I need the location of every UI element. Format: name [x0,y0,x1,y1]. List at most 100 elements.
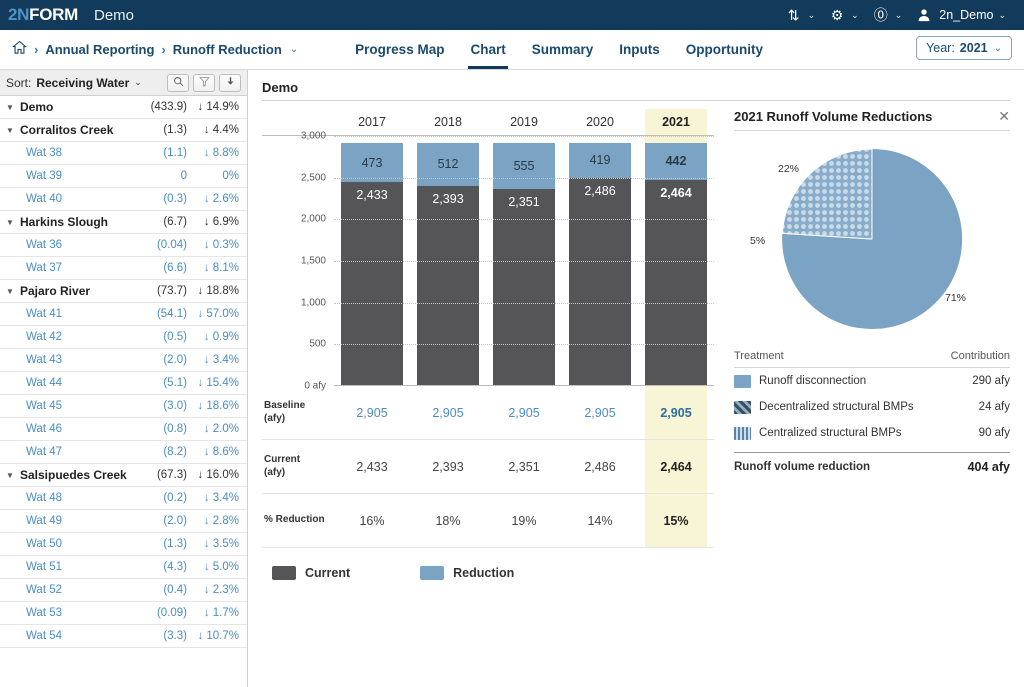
tree-group-row[interactable]: ▼ Corralitos Creek (1.3) ↓ 4.4% [0,119,247,142]
treatment-name: Runoff disconnection [759,375,867,387]
filter-button[interactable] [193,73,215,92]
sort-menu-chevron-down-icon[interactable]: ⌄ [808,10,816,21]
tree-row-label[interactable]: Wat 54 [6,630,62,642]
help-menu-button[interactable]: ⓪ [869,6,893,24]
plot-area: 473 2,433 512 2,393 555 2,351 419 2,486 442 2,464 [334,136,714,386]
tree-group-row[interactable]: ▼ Salsipuedes Creek (67.3) ↓ 16.0% [0,464,247,487]
close-icon[interactable]: ✕ [998,109,1010,123]
tree-row-label[interactable]: Wat 46 [6,423,62,435]
tree-leaf-row[interactable]: Wat 36 (0.04) ↓ 0.3% [0,234,247,257]
sort-menu-button[interactable]: ⇅ [782,6,806,24]
y-axis: 3,000 2,500 2,000 1,500 1,000 500 0 afy [262,131,334,392]
expand-collapse-triangle-icon[interactable]: ▼ [6,103,15,112]
data-table-row: Current (afy) 2,433 2,393 2,351 2,486 2,464 [262,440,714,494]
chart-year-label-2017[interactable]: 2017 [334,115,410,129]
bar-chart-panel: 2017 2018 2019 2020 2021 3,000 2,500 2,000 1,50… [262,109,714,580]
sort-chevron-down-icon[interactable]: ⌄ [134,77,142,88]
tree-row-label-wrap: Wat 53 [0,607,129,619]
settings-chevron-down-icon[interactable]: ⌄ [851,10,859,21]
tree-row-label[interactable]: Wat 36 [6,239,62,251]
tree-row-label[interactable]: Wat 45 [6,400,62,412]
tree-row-value: (6.7) [163,216,187,228]
tree-row-label[interactable]: Wat 48 [6,492,62,504]
tree-leaf-row[interactable]: Wat 37 (6.6) ↓ 8.1% [0,257,247,280]
total-value: 404 afy [967,459,1010,474]
tree-leaf-row[interactable]: Wat 42 (0.5) ↓ 0.9% [0,326,247,349]
tree-row-label[interactable]: Wat 53 [6,607,62,619]
tree-row-label[interactable]: Wat 38 [6,147,62,159]
pie-slice-centralized-bmps [781,147,873,240]
tree-row-label[interactable]: Wat 39 [6,170,62,182]
tab-inputs[interactable]: Inputs [617,30,662,69]
tree-leaf-row[interactable]: Wat 40 (0.3) ↓ 2.6% [0,188,247,211]
tree-leaf-row[interactable]: Wat 45 (3.0) ↓ 18.6% [0,395,247,418]
year-selector[interactable]: Year: 2021 ⌄ [916,36,1012,60]
tree-row-value: (67.3) [156,469,187,481]
expand-collapse-triangle-icon[interactable]: ▼ [6,126,15,135]
total-row: Runoff volume reduction 404 afy [734,452,1010,480]
tree-leaf-row[interactable]: Wat 52 (0.4) ↓ 2.3% [0,579,247,602]
tree-leaf-row[interactable]: Wat 46 (0.8) ↓ 2.0% [0,418,247,441]
chart-year-label-2020[interactable]: 2020 [562,115,638,129]
tab-opportunity[interactable]: Opportunity [684,30,765,69]
treatment-row: Centralized structural BMPs 90 afy [734,420,1010,446]
tree-row-label[interactable]: Wat 43 [6,354,62,366]
app-logo[interactable]: 2N FORM [8,5,78,25]
tree-leaf-row[interactable]: Wat 49 (2.0) ↓ 2.8% [0,510,247,533]
tree-leaf-row[interactable]: Wat 47 (8.2) ↓ 8.6% [0,441,247,464]
tree-row-label[interactable]: Wat 42 [6,331,62,343]
home-icon[interactable] [11,40,28,59]
tab-chart[interactable]: Chart [468,30,508,69]
receiving-water-tree[interactable]: ▼ Demo (433.9) ↓ 14.9% ▼ Corralitos Creek (1.3… [0,96,247,687]
tree-row-label[interactable]: Wat 41 [6,308,62,320]
user-chevron-down-icon[interactable]: ⌄ [998,10,1006,21]
tree-leaf-row[interactable]: Wat 38 (1.1) ↓ 8.8% [0,142,247,165]
tree-row-label[interactable]: Wat 52 [6,584,62,596]
tree-row-value: (0.5) [163,331,187,343]
tree-row-label[interactable]: Wat 49 [6,515,62,527]
expand-collapse-triangle-icon[interactable]: ▼ [6,218,15,227]
tree-leaf-row[interactable]: Wat 53 (0.09) ↓ 1.7% [0,602,247,625]
tree-leaf-row[interactable]: Wat 48 (0.2) ↓ 3.4% [0,487,247,510]
tree-row-label[interactable]: Wat 37 [6,262,62,274]
tree-leaf-row[interactable]: Wat 43 (2.0) ↓ 3.4% [0,349,247,372]
tree-leaf-row[interactable]: Wat 39 0 0% [0,165,247,188]
tree-row-label[interactable]: Wat 40 [6,193,62,205]
tree-row-label-wrap: Wat 36 [0,239,129,251]
expand-collapse-triangle-icon[interactable]: ▼ [6,471,15,480]
treatment-contribution: 290 afy [972,375,1010,387]
help-chevron-down-icon[interactable]: ⌄ [895,10,903,21]
download-button[interactable] [219,73,241,92]
stacked-bar: 419 2,486 [569,142,631,385]
tree-group-row[interactable]: ▼ Pajaro River (73.7) ↓ 18.8% [0,280,247,303]
tree-leaf-row[interactable]: Wat 54 (3.3) ↓ 10.7% [0,625,247,648]
chart-year-label-2021[interactable]: 2021 [638,115,714,129]
treatment-swatch-checker-icon [734,426,751,440]
tree-row-value: (6.6) [163,262,187,274]
chart-year-label-2018[interactable]: 2018 [410,115,486,129]
tree-leaf-row[interactable]: Wat 50 (1.3) ↓ 3.5% [0,533,247,556]
breadcrumb-item-annual-reporting[interactable]: Annual Reporting [45,42,154,57]
tree-leaf-row[interactable]: Wat 41 (54.1) ↓ 57.0% [0,303,247,326]
tree-group-row[interactable]: ▼ Demo (433.9) ↓ 14.9% [0,96,247,119]
breadcrumb-item-runoff-reduction[interactable]: Runoff Reduction [173,42,282,57]
search-icon [173,76,184,90]
chart-year-label-2019[interactable]: 2019 [486,115,562,129]
settings-menu-button[interactable]: ⚙ [825,6,849,24]
tab-summary[interactable]: Summary [530,30,596,69]
user-menu-button[interactable]: 2n_Demo [912,6,996,24]
tree-group-row[interactable]: ▼ Harkins Slough (6.7) ↓ 6.9% [0,211,247,234]
sort-value[interactable]: Receiving Water [36,76,129,90]
tree-leaf-row[interactable]: Wat 44 (5.1) ↓ 15.4% [0,372,247,395]
tree-row-label[interactable]: Wat 47 [6,446,62,458]
tree-row-label[interactable]: Wat 50 [6,538,62,550]
tree-row-percent: ↓ 3.5% [203,538,239,550]
tree-row-label[interactable]: Wat 44 [6,377,62,389]
tree-row-label[interactable]: Wat 51 [6,561,62,573]
expand-collapse-triangle-icon[interactable]: ▼ [6,287,15,296]
tree-leaf-row[interactable]: Wat 51 (4.3) ↓ 5.0% [0,556,247,579]
breadcrumb-chevron-down-icon[interactable]: ⌄ [290,44,298,55]
tab-progress-map[interactable]: Progress Map [353,30,446,69]
y-axis-tick-label: 2,000 [300,213,326,225]
search-button[interactable] [167,73,189,92]
